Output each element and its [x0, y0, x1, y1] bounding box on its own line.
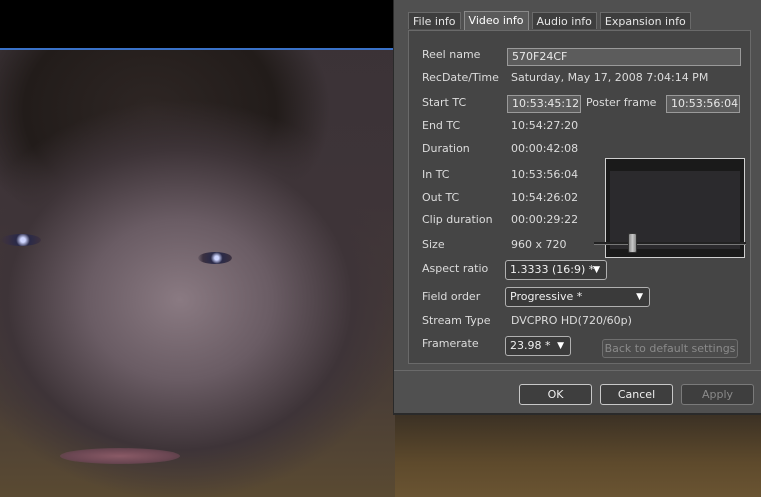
- video-letterbox-bar: [0, 0, 395, 50]
- video-info-panel: Reel name 570F24CF RecDate/Time Saturday…: [408, 30, 751, 364]
- size-value: 960 x 720: [511, 238, 567, 251]
- clip-duration-value: 00:00:29:22: [511, 213, 579, 226]
- recdate-value: Saturday, May 17, 2008 7:04:14 PM: [511, 71, 709, 84]
- duration-value: 00:00:42:08: [511, 142, 579, 155]
- chevron-down-icon: ▼: [557, 341, 564, 351]
- clip-duration-label: Clip duration: [422, 213, 493, 226]
- in-tc-value: 10:53:56:04: [511, 168, 579, 181]
- field-order-label: Field order: [422, 290, 481, 303]
- poster-frame-slider-thumb[interactable]: [628, 233, 637, 253]
- reel-name-label: Reel name: [422, 48, 481, 61]
- video-mouth: [60, 448, 180, 464]
- end-tc-label: End TC: [422, 119, 461, 132]
- chevron-down-icon: ▼: [593, 265, 600, 275]
- start-tc-field[interactable]: 10:53:45:12: [507, 95, 581, 113]
- tab-expansion-info[interactable]: Expansion info: [599, 12, 691, 29]
- end-tc-value: 10:54:27:20: [511, 119, 579, 132]
- stream-type-label: Stream Type: [422, 314, 491, 327]
- ok-button[interactable]: OK: [519, 384, 592, 405]
- out-tc-label: Out TC: [422, 191, 460, 204]
- back-to-default-button[interactable]: Back to default settings: [602, 339, 738, 358]
- in-tc-label: In TC: [422, 168, 450, 181]
- duration-label: Duration: [422, 142, 470, 155]
- tab-file-info[interactable]: File info: [408, 12, 461, 29]
- poster-frame-slider-track[interactable]: [594, 242, 746, 245]
- tab-video-info[interactable]: Video info: [463, 11, 529, 30]
- clip-properties-dialog: File info Video info Audio info Expansio…: [393, 0, 761, 415]
- cancel-button[interactable]: Cancel: [600, 384, 673, 405]
- reel-name-field[interactable]: 570F24CF: [507, 48, 741, 66]
- start-tc-label: Start TC: [422, 96, 467, 109]
- out-tc-value: 10:54:26:02: [511, 191, 579, 204]
- aspect-ratio-value: 1.3333 (16:9) *: [510, 263, 595, 276]
- aspect-ratio-label: Aspect ratio: [422, 262, 489, 275]
- video-floor: [395, 413, 761, 497]
- tab-audio-info[interactable]: Audio info: [531, 12, 597, 29]
- field-order-value: Progressive *: [510, 290, 583, 303]
- aspect-ratio-dropdown[interactable]: 1.3333 (16:9) * ▼: [505, 260, 607, 280]
- dialog-separator: [394, 370, 761, 371]
- field-order-dropdown[interactable]: Progressive * ▼: [505, 287, 650, 307]
- poster-frame-label: Poster frame: [586, 96, 657, 109]
- apply-button[interactable]: Apply: [681, 384, 754, 405]
- recdate-label: RecDate/Time: [422, 71, 499, 84]
- chevron-down-icon: ▼: [636, 292, 643, 302]
- poster-frame-field[interactable]: 10:53:56:04: [666, 95, 740, 113]
- video-eye-left: [1, 234, 41, 246]
- framerate-value: 23.98 *: [510, 339, 551, 352]
- stream-type-value: DVCPRO HD(720/60p): [511, 314, 632, 327]
- video-eye-right: [198, 252, 232, 264]
- framerate-label: Framerate: [422, 337, 479, 350]
- tab-bar: File info Video info Audio info Expansio…: [408, 11, 694, 30]
- framerate-dropdown[interactable]: 23.98 * ▼: [505, 336, 571, 356]
- size-label: Size: [422, 238, 445, 251]
